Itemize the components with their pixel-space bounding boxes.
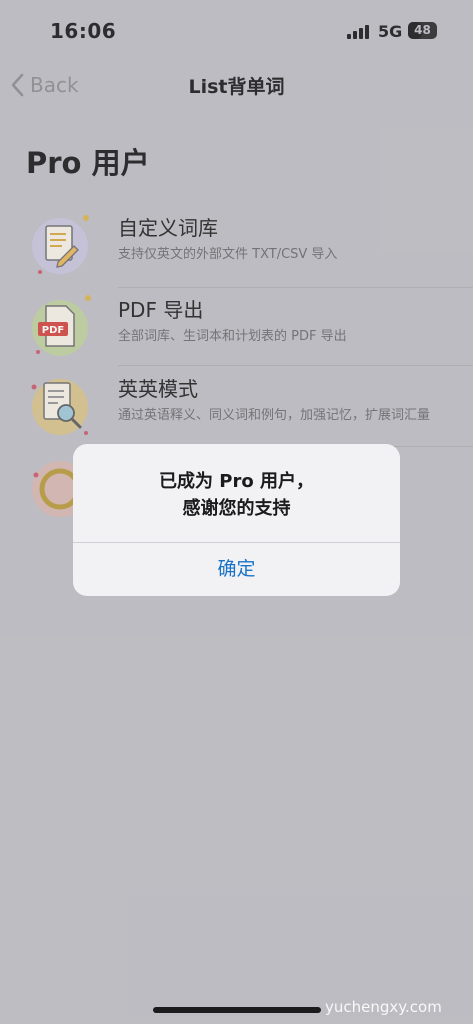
alert-message: 已成为 Pro 用户， 感谢您的支持: [73, 468, 400, 522]
alert-dialog: 已成为 Pro 用户， 感谢您的支持 确定: [73, 444, 400, 596]
alert-message-line2: 感谢您的支持: [182, 498, 291, 519]
alert-message-line1: 已成为 Pro 用户，: [159, 471, 314, 492]
home-indicator[interactable]: [153, 1007, 321, 1013]
confirm-button[interactable]: 确定: [73, 543, 400, 596]
watermark: yuchengxy.com: [325, 998, 442, 1016]
